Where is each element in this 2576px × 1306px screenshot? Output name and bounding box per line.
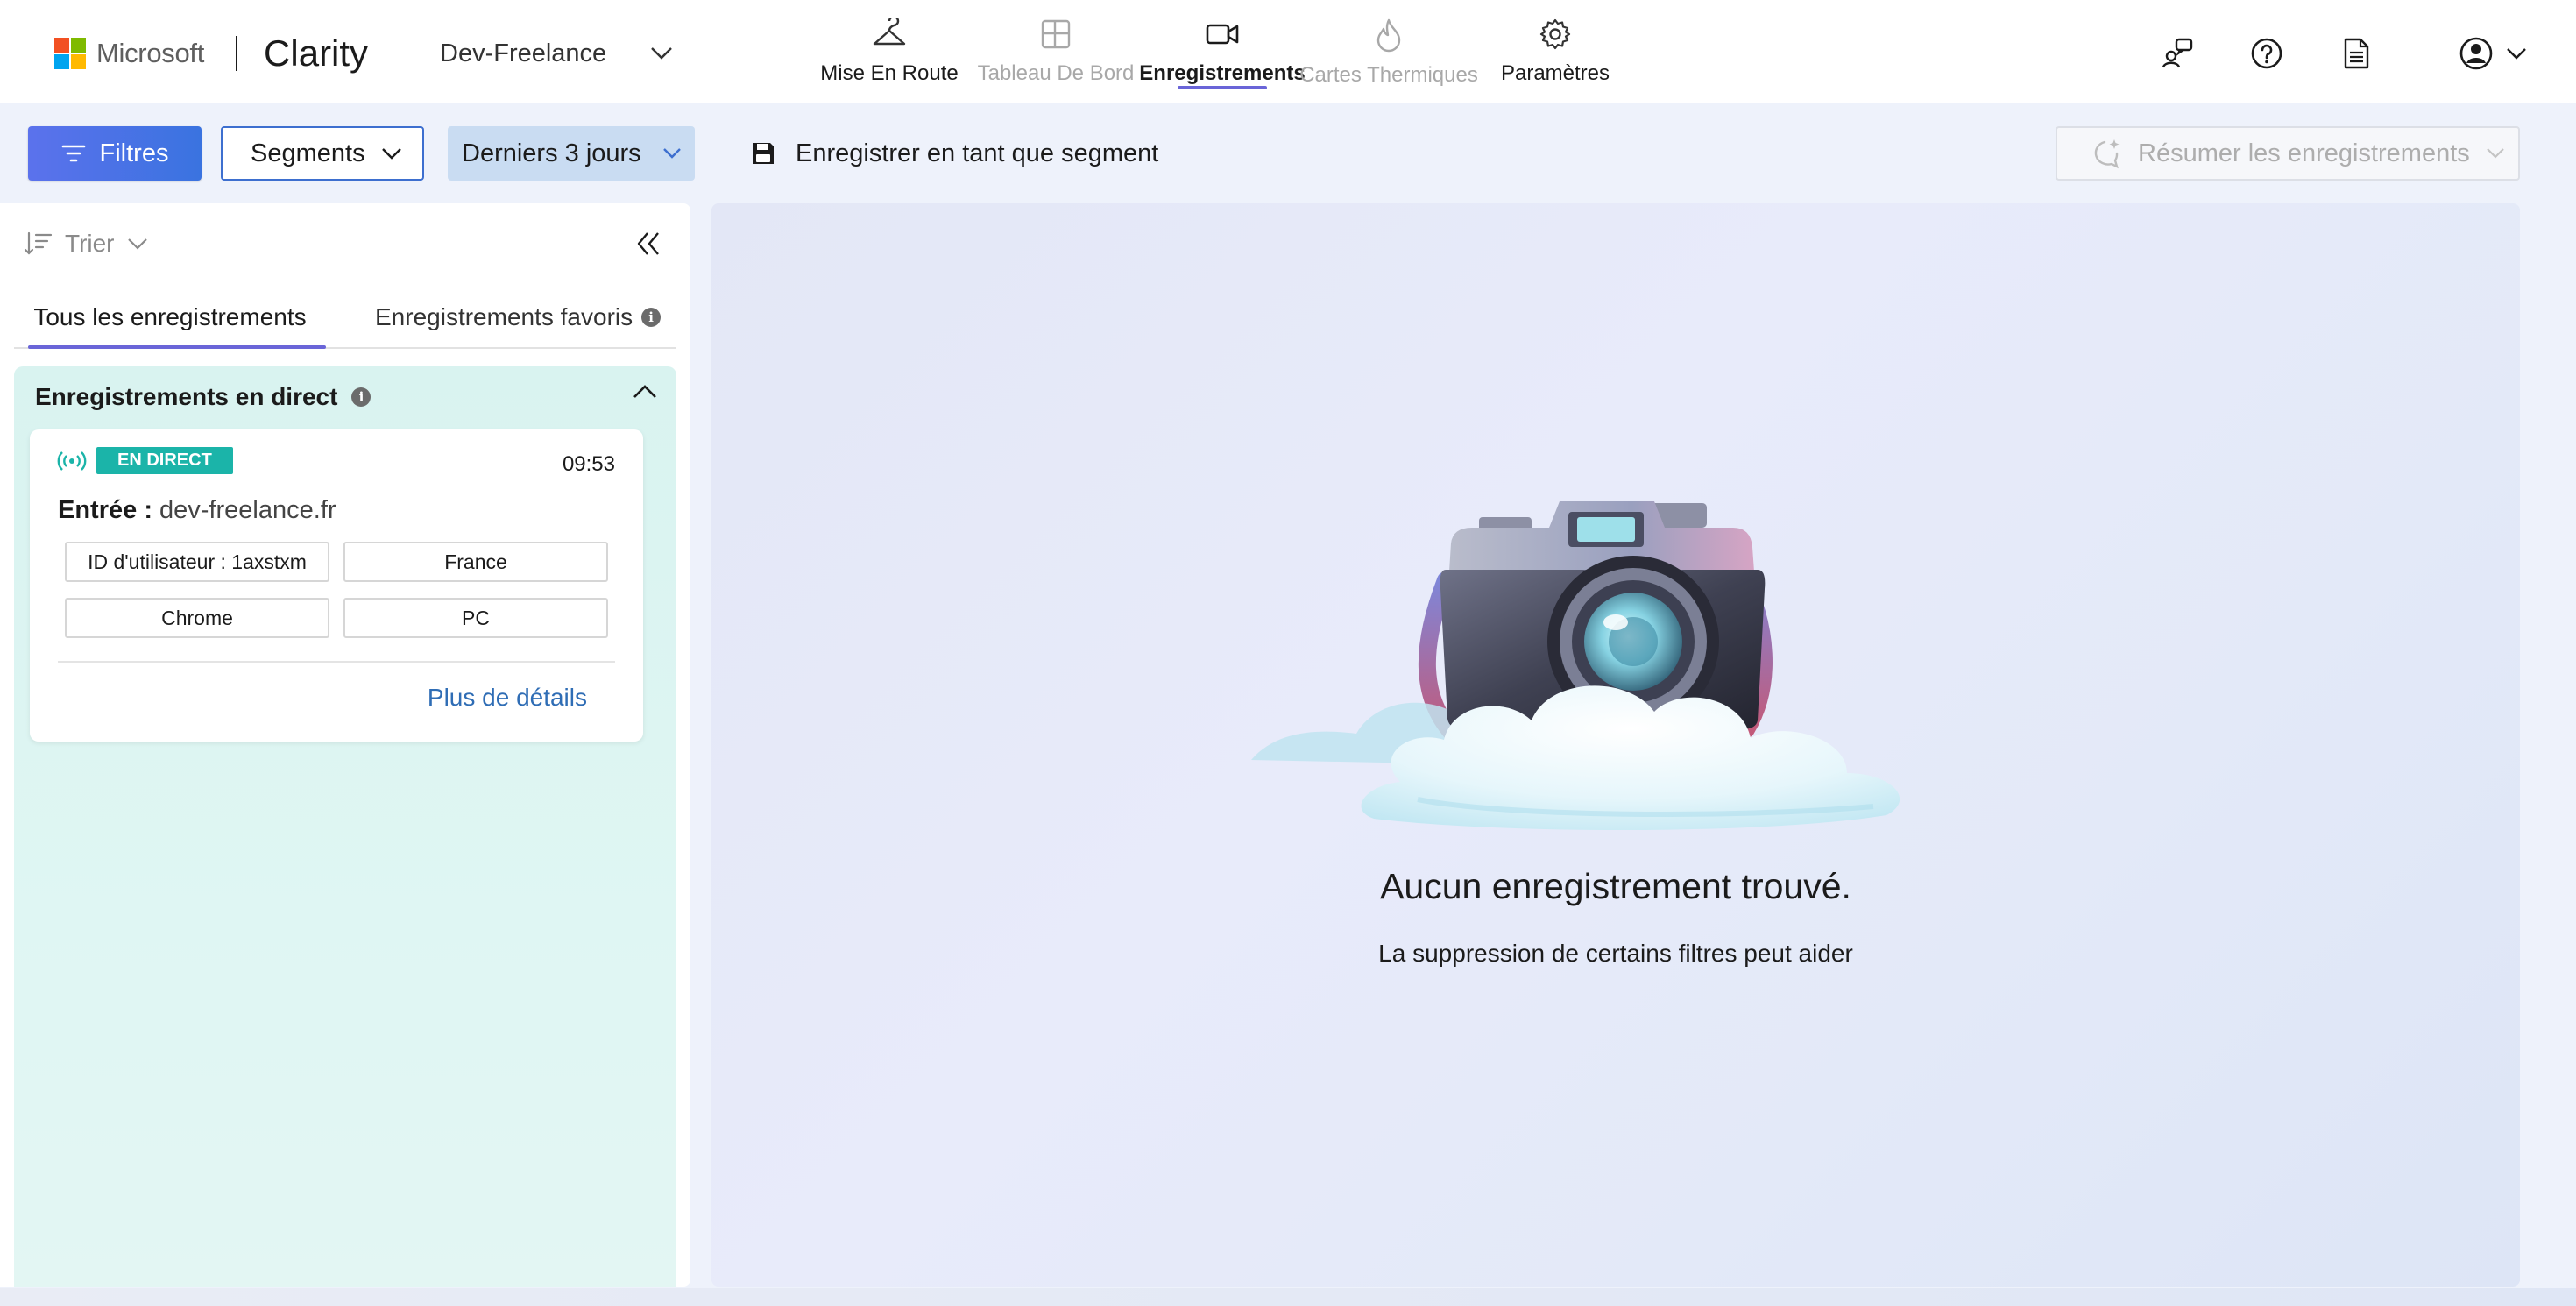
- chip-country: France: [343, 542, 608, 582]
- main-nav: Mise En Route Tableau De Bord Enregistre…: [806, 0, 1638, 103]
- chip-device: PC: [343, 598, 608, 638]
- recordings-main-area: Aucun enregistrement trouvé. La suppress…: [711, 203, 2520, 1287]
- nav-label: Enregistrements: [1139, 61, 1306, 85]
- info-icon[interactable]: i: [641, 308, 662, 327]
- summarize-recordings-button[interactable]: Résumer les enregistrements: [2056, 126, 2520, 181]
- tab-favorite-recordings[interactable]: Enregistrements favoris i: [375, 287, 662, 347]
- chevron-up-icon: [633, 384, 657, 400]
- brand-divider: [236, 36, 238, 71]
- broadcast-icon: [56, 450, 88, 472]
- chip-browser: Chrome: [65, 598, 329, 638]
- project-name: Dev-Freelance: [440, 39, 607, 67]
- video-camera-icon: [1205, 18, 1240, 51]
- filter-lines-icon: [61, 144, 86, 163]
- tab-label: Enregistrements favoris: [375, 303, 633, 330]
- live-section-header: Enregistrements en direct i: [35, 379, 372, 415]
- filters-label: Filtres: [99, 138, 169, 167]
- recordings-tabs: Tous les enregistrements Enregistrements…: [14, 287, 676, 349]
- save-as-segment-label: Enregistrer en tant que segment: [796, 138, 1159, 167]
- sort-icon: [23, 231, 53, 257]
- chevron-down-icon: [662, 147, 682, 160]
- chevron-down-icon: [381, 147, 402, 160]
- date-range-dropdown[interactable]: Derniers 3 jours: [448, 126, 695, 181]
- live-badge: EN DIRECT: [96, 447, 233, 474]
- entry-url: dev-freelance.fr: [159, 496, 336, 524]
- flame-icon: [1373, 18, 1405, 53]
- nav-label: Tableau De Bord: [977, 61, 1135, 85]
- chip-user-id: ID d'utilisateur : 1axstxm: [65, 542, 329, 582]
- sort-dropdown[interactable]: Trier: [23, 230, 148, 258]
- document-icon[interactable]: [2334, 32, 2378, 75]
- empty-state-subtitle: La suppression de certains filtres peut …: [1378, 940, 1853, 967]
- help-icon[interactable]: [2245, 32, 2289, 75]
- live-recordings-section: Enregistrements en direct i EN DIRECT 09…: [14, 366, 676, 1287]
- filter-toolbar: Filtres Segments Derniers 3 jours Enregi…: [0, 103, 2576, 203]
- date-range-label: Derniers 3 jours: [462, 138, 641, 167]
- nav-item-settings[interactable]: Paramètres: [1472, 0, 1638, 103]
- nav-item-recordings[interactable]: Enregistrements: [1139, 0, 1306, 103]
- collapse-live-section-button[interactable]: [633, 384, 657, 400]
- entry-page: Entrée : dev-freelance.fr: [58, 496, 336, 525]
- live-recording-card[interactable]: EN DIRECT 09:53 Entrée : dev-freelance.f…: [30, 429, 643, 742]
- tab-all-recordings[interactable]: Tous les enregistrements: [14, 287, 326, 349]
- recording-time: 09:53: [562, 452, 615, 476]
- project-selector[interactable]: Dev-Freelance: [440, 35, 673, 72]
- chevron-down-icon: [2506, 47, 2527, 60]
- share-users-icon[interactable]: [2155, 32, 2199, 75]
- segments-dropdown[interactable]: Segments: [221, 126, 424, 181]
- hanger-icon: [872, 18, 907, 51]
- chevron-down-icon: [127, 238, 148, 250]
- window-bottom-edge: [0, 1288, 2576, 1306]
- nav-label: Paramètres: [1500, 61, 1610, 85]
- sparkle-chat-icon: [2087, 138, 2122, 169]
- double-chevron-left-icon: [633, 228, 664, 259]
- account-icon: [2459, 36, 2494, 71]
- live-indicator: EN DIRECT: [56, 447, 233, 474]
- nav-item-dashboard[interactable]: Tableau De Bord: [973, 0, 1139, 103]
- nav-label: Mise En Route: [820, 61, 959, 85]
- active-underline: [1178, 86, 1267, 89]
- tab-label: Tous les enregistrements: [33, 303, 307, 330]
- summarize-label: Résumer les enregistrements: [2138, 138, 2470, 167]
- info-icon[interactable]: i: [351, 387, 372, 407]
- nav-item-getting-started[interactable]: Mise En Route: [806, 0, 973, 103]
- chevron-down-icon: [650, 46, 673, 60]
- brand[interactable]: Microsoft Clarity: [54, 32, 369, 74]
- floppy-disk-icon: [750, 140, 776, 167]
- header-actions: [2110, 32, 2527, 75]
- card-divider: [58, 661, 615, 663]
- microsoft-logo-icon: [54, 38, 86, 69]
- account-menu[interactable]: [2459, 36, 2527, 71]
- microsoft-wordmark: Microsoft: [96, 38, 205, 68]
- filters-button[interactable]: Filtres: [28, 126, 202, 181]
- camera-on-cloud-illustration: [1242, 466, 1978, 834]
- active-tab-underline: [28, 345, 326, 349]
- save-as-segment-button[interactable]: Enregistrer en tant que segment: [750, 130, 1158, 177]
- sort-label: Trier: [65, 230, 115, 257]
- nav-item-heatmaps[interactable]: Cartes Thermiques: [1299, 0, 1478, 103]
- live-section-title: Enregistrements en direct: [35, 383, 338, 410]
- more-details-link[interactable]: Plus de détails: [428, 684, 587, 712]
- recordings-sidebar: Trier Tous les enregistrements Enregistr…: [0, 203, 690, 1287]
- collapse-sidebar-button[interactable]: [633, 228, 664, 263]
- nav-label: Cartes Thermiques: [1299, 63, 1478, 87]
- empty-state-title: Aucun enregistrement trouvé.: [1380, 866, 1851, 906]
- product-name: Clarity: [264, 32, 369, 74]
- top-header: Microsoft Clarity Dev-Freelance Mise En …: [0, 0, 2576, 103]
- segments-label: Segments: [251, 138, 365, 167]
- chevron-down-icon: [2486, 147, 2505, 160]
- entry-label: Entrée :: [58, 496, 152, 524]
- gear-icon: [1539, 18, 1572, 51]
- dashboard-icon: [1039, 18, 1072, 51]
